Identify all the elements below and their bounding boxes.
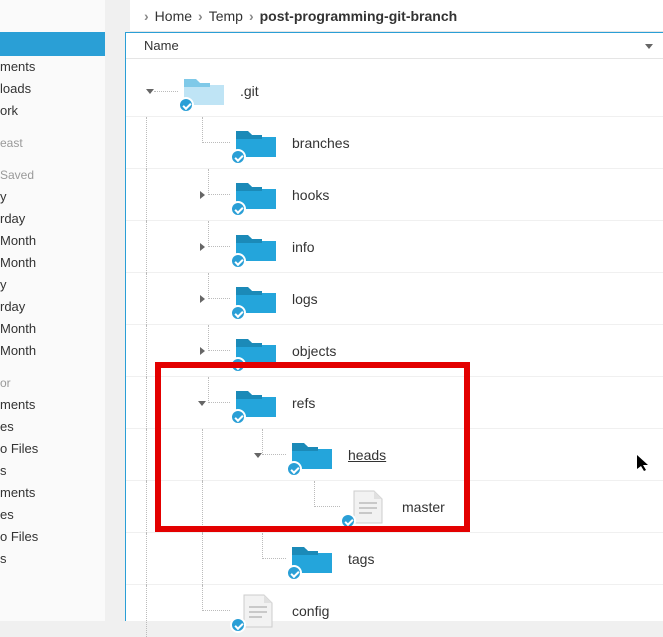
sidebar-item[interactable]: s bbox=[0, 548, 105, 570]
breadcrumb-item[interactable]: Home bbox=[155, 8, 192, 24]
tree-row[interactable]: info bbox=[126, 221, 663, 273]
check-badge-icon bbox=[230, 149, 246, 165]
check-badge-icon bbox=[178, 97, 194, 113]
check-badge-icon bbox=[230, 357, 246, 373]
tree-row[interactable]: hooks bbox=[126, 169, 663, 221]
file-icon bbox=[344, 489, 388, 525]
folder-icon bbox=[234, 229, 278, 265]
breadcrumb-item[interactable]: post-programming-git-branch bbox=[260, 8, 458, 24]
tree-row[interactable]: heads bbox=[126, 429, 663, 481]
file-panel: Name .git bbox=[125, 32, 663, 621]
tree-row[interactable]: logs bbox=[126, 273, 663, 325]
sidebar-item[interactable]: ments bbox=[0, 394, 105, 416]
sidebar-item-selected[interactable] bbox=[0, 32, 105, 56]
folder-icon bbox=[234, 125, 278, 161]
tree-row[interactable]: master bbox=[126, 481, 663, 533]
tree-label: objects bbox=[292, 343, 336, 359]
sidebar-item[interactable]: Month bbox=[0, 340, 105, 362]
folder-icon bbox=[234, 177, 278, 213]
sidebar-item[interactable]: loads bbox=[0, 78, 105, 100]
chevron-right-icon[interactable] bbox=[200, 243, 205, 251]
breadcrumb[interactable]: › Home › Temp › post-programming-git-bra… bbox=[130, 0, 663, 32]
tree-label: .git bbox=[240, 83, 259, 99]
check-badge-icon bbox=[340, 513, 356, 529]
sidebar-item[interactable]: o Files bbox=[0, 526, 105, 548]
sidebar-item[interactable]: Month bbox=[0, 252, 105, 274]
folder-icon bbox=[234, 281, 278, 317]
tree-label: tags bbox=[348, 551, 374, 567]
tree-row[interactable]: branches bbox=[126, 117, 663, 169]
sidebar-item[interactable]: rday bbox=[0, 296, 105, 318]
sidebar-item[interactable]: ments bbox=[0, 56, 105, 78]
tree-row[interactable]: tags bbox=[126, 533, 663, 585]
check-badge-icon bbox=[286, 565, 302, 581]
tree-label: config bbox=[292, 603, 329, 619]
sidebar-item[interactable]: Month bbox=[0, 230, 105, 252]
breadcrumb-item[interactable]: Temp bbox=[209, 8, 243, 24]
chevron-right-icon[interactable] bbox=[200, 191, 205, 199]
tree-label: refs bbox=[292, 395, 315, 411]
chevron-right-icon: › bbox=[192, 8, 209, 24]
sidebar-item[interactable]: ments bbox=[0, 482, 105, 504]
tree-row[interactable]: objects bbox=[126, 325, 663, 377]
chevron-right-icon[interactable] bbox=[200, 295, 205, 303]
chevron-down-icon[interactable] bbox=[198, 401, 206, 406]
column-header-label: Name bbox=[144, 38, 179, 53]
chevron-down-icon[interactable] bbox=[146, 89, 154, 94]
sidebar-item[interactable]: s bbox=[0, 460, 105, 482]
tree-label: hooks bbox=[292, 187, 329, 203]
tree-label: info bbox=[292, 239, 315, 255]
sidebar-item[interactable]: y bbox=[0, 186, 105, 208]
tree-row[interactable]: config bbox=[126, 585, 663, 637]
chevron-right-icon: › bbox=[138, 8, 155, 24]
sidebar-heading: east bbox=[0, 132, 105, 154]
file-icon bbox=[234, 593, 278, 629]
check-badge-icon bbox=[230, 305, 246, 321]
sidebar-item[interactable]: es bbox=[0, 504, 105, 526]
chevron-right-icon[interactable] bbox=[200, 347, 205, 355]
tree-label: branches bbox=[292, 135, 350, 151]
sidebar-item[interactable]: o Files bbox=[0, 438, 105, 460]
tree-label: master bbox=[402, 499, 445, 515]
tree-label: heads bbox=[348, 447, 386, 463]
tree: .git branches bbox=[126, 59, 663, 637]
check-badge-icon bbox=[230, 617, 246, 633]
check-badge-icon bbox=[230, 409, 246, 425]
folder-open-icon bbox=[182, 73, 226, 109]
tree-row[interactable]: .git bbox=[126, 65, 663, 117]
tree-row[interactable]: refs bbox=[126, 377, 663, 429]
sidebar-item[interactable]: ork bbox=[0, 100, 105, 122]
column-header-name[interactable]: Name bbox=[126, 33, 663, 59]
tree-label: logs bbox=[292, 291, 318, 307]
folder-icon bbox=[234, 385, 278, 421]
sidebar-heading: or bbox=[0, 372, 105, 394]
sidebar-heading: Saved bbox=[0, 164, 105, 186]
sidebar-item[interactable]: Month bbox=[0, 318, 105, 340]
folder-icon bbox=[290, 437, 334, 473]
check-badge-icon bbox=[230, 253, 246, 269]
sidebar-item[interactable]: rday bbox=[0, 208, 105, 230]
chevron-down-icon[interactable] bbox=[254, 453, 262, 458]
chevron-right-icon: › bbox=[243, 8, 260, 24]
sidebar-item[interactable]: y bbox=[0, 274, 105, 296]
check-badge-icon bbox=[230, 201, 246, 217]
folder-icon bbox=[290, 541, 334, 577]
folder-icon bbox=[234, 333, 278, 369]
check-badge-icon bbox=[286, 461, 302, 477]
sidebar: ments loads ork east Saved y rday Month … bbox=[0, 0, 105, 621]
sidebar-item[interactable]: es bbox=[0, 416, 105, 438]
